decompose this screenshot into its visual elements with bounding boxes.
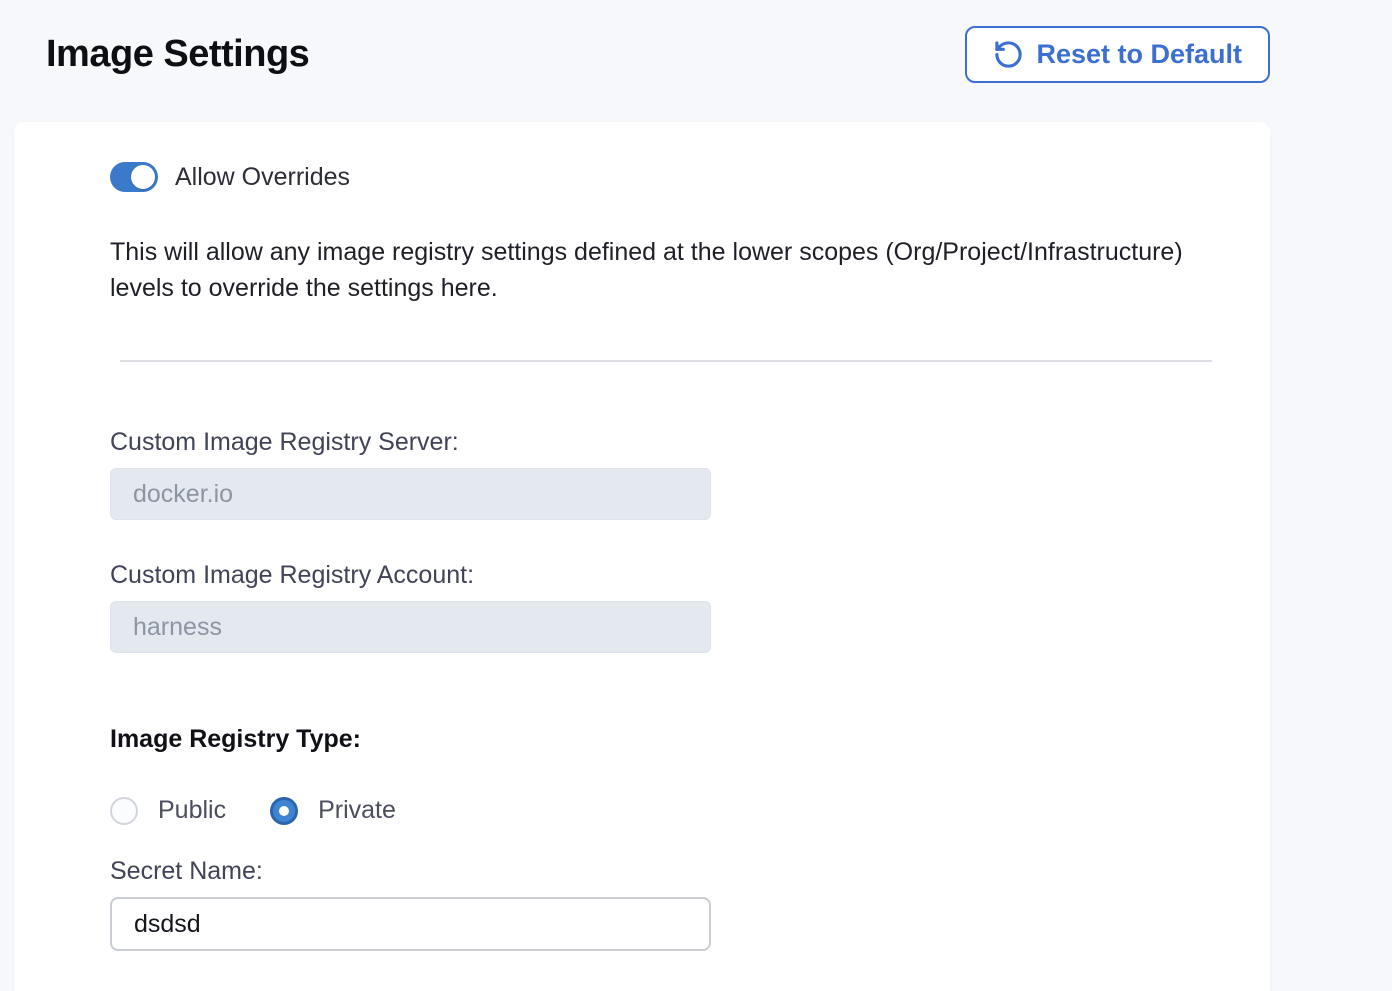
allow-overrides-label: Allow Overrides	[175, 163, 350, 192]
secret-name-label: Secret Name:	[110, 857, 1232, 886]
allow-overrides-toggle[interactable]	[110, 162, 158, 192]
section-divider	[120, 360, 1212, 362]
page-header: Image Settings Reset to Default	[0, 0, 1392, 122]
registry-server-group: Custom Image Registry Server:	[110, 428, 1232, 520]
registry-server-input[interactable]	[110, 468, 711, 520]
page-title: Image Settings	[46, 33, 309, 76]
toggle-knob-icon	[131, 165, 155, 189]
radio-private[interactable]: Private	[270, 796, 396, 825]
overrides-description: This will allow any image registry setti…	[110, 234, 1232, 306]
secret-name-group: Secret Name:	[110, 857, 1232, 951]
image-settings-card: Allow Overrides This will allow any imag…	[14, 122, 1270, 991]
registry-account-input[interactable]	[110, 601, 711, 653]
radio-public[interactable]: Public	[110, 796, 226, 825]
registry-server-label: Custom Image Registry Server:	[110, 428, 1232, 457]
allow-overrides-row: Allow Overrides	[110, 162, 1232, 192]
reset-to-default-label: Reset to Default	[1036, 39, 1242, 70]
registry-type-radio-group: Public Private	[110, 796, 1232, 825]
radio-private-label: Private	[318, 796, 396, 825]
reset-to-default-button[interactable]: Reset to Default	[965, 26, 1270, 83]
registry-account-group: Custom Image Registry Account:	[110, 561, 1232, 653]
registry-account-label: Custom Image Registry Account:	[110, 561, 1232, 590]
overrides-description-line-2: levels to override the settings here.	[110, 270, 1232, 306]
rotate-ccw-icon	[993, 39, 1024, 70]
registry-type-label: Image Registry Type:	[110, 725, 1232, 754]
radio-circle-icon	[270, 797, 298, 825]
overrides-description-line-1: This will allow any image registry setti…	[110, 234, 1232, 270]
radio-circle-icon	[110, 797, 138, 825]
radio-public-label: Public	[158, 796, 226, 825]
secret-name-input[interactable]	[110, 897, 711, 951]
